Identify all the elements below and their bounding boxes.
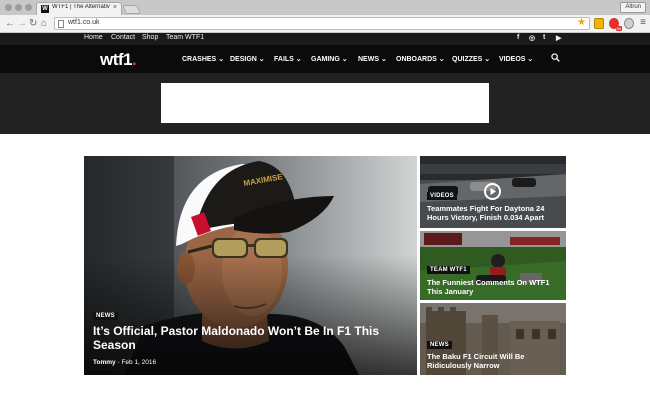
menu-label: FAILS — [274, 56, 294, 63]
featured-main-article[interactable]: MAXIMISE NEWS It’s Official, Pastor Mald… — [84, 156, 417, 375]
home-icon[interactable]: ⌂ — [41, 18, 47, 29]
menu-design[interactable]: DESIGN ⌄ — [230, 55, 265, 63]
chevron-down-icon: ⌄ — [341, 56, 348, 63]
play-icon[interactable] — [484, 183, 501, 200]
chevron-down-icon: ⌄ — [380, 56, 387, 63]
search-icon[interactable] — [551, 53, 560, 62]
extension-adblock-icon[interactable]: 89 — [609, 18, 622, 31]
extension-settings-icon[interactable] — [624, 18, 634, 29]
site-logo[interactable]: wtf1. — [100, 50, 137, 70]
featured-side-article-1[interactable]: VIDEOS Teammates Fight For Daytona 24 Ho… — [420, 156, 566, 228]
logo-text: wtf1 — [100, 50, 133, 69]
site-topbar: Home Contact Shop Team WTF1 f ◎ t ▶ — [0, 33, 650, 45]
topnav-team-wtf1[interactable]: Team WTF1 — [166, 34, 204, 41]
featured-main-title[interactable]: It’s Official, Pastor Maldonado Won’t Be… — [93, 324, 383, 352]
star-icon[interactable]: ★ — [577, 17, 586, 28]
twitter-icon[interactable]: t — [543, 34, 545, 41]
close-tab-icon[interactable]: × — [113, 4, 117, 11]
chevron-down-icon: ⌄ — [258, 56, 265, 63]
topnav-home[interactable]: Home — [84, 34, 103, 41]
extension-notes-icon[interactable] — [594, 18, 604, 29]
profile-button[interactable]: Altrun — [620, 2, 646, 13]
meta-separator: - — [117, 359, 120, 366]
window-close-button[interactable] — [5, 4, 12, 11]
featured-side-article-3[interactable]: NEWS The Baku F1 Circuit Will Be Ridicul… — [420, 303, 566, 375]
category-badge[interactable]: NEWS — [93, 312, 118, 320]
chevron-down-icon: ⌄ — [527, 56, 534, 63]
forward-icon[interactable]: → — [17, 18, 27, 29]
facebook-icon[interactable]: f — [517, 34, 519, 41]
window-minimize-button[interactable] — [15, 4, 22, 11]
menu-quizzes[interactable]: QUIZZES ⌄ — [452, 55, 490, 63]
window-zoom-button[interactable] — [25, 4, 32, 11]
ad-band — [0, 73, 650, 134]
menu-videos[interactable]: VIDEOS ⌄ — [499, 55, 533, 63]
favicon-icon: W — [41, 5, 49, 13]
menu-label: NEWS — [358, 56, 379, 63]
ad-slot[interactable] — [161, 83, 489, 123]
featured-side-article-2[interactable]: TEAM WTF1 The Funniest Comments On WTF1 … — [420, 231, 566, 300]
article-1-title[interactable]: Teammates Fight For Daytona 24 Hours Vic… — [427, 204, 563, 222]
address-bar[interactable]: wtf1.co.uk ★ — [54, 17, 590, 30]
menu-label: CRASHES — [182, 56, 217, 63]
menu-gaming[interactable]: GAMING ⌄ — [311, 55, 348, 63]
menu-label: QUIZZES — [452, 56, 483, 63]
category-badge[interactable]: VIDEOS — [427, 192, 457, 200]
page-icon — [58, 20, 64, 28]
chevron-down-icon: ⌄ — [484, 56, 491, 63]
site-header: wtf1. CRASHES ⌄ DESIGN ⌄ FAILS ⌄ GAMING … — [0, 45, 650, 73]
browser-tab[interactable]: W WTF1 | The Alternative F1 ... × — [36, 2, 122, 15]
back-icon[interactable]: ← — [5, 18, 15, 29]
browser-tabstrip: W WTF1 | The Alternative F1 ... × Altrun — [0, 0, 650, 15]
publish-date: Feb 1, 2016 — [121, 359, 157, 366]
author-name[interactable]: Tommy — [93, 359, 116, 366]
category-badge[interactable]: NEWS — [427, 341, 452, 349]
menu-crashes[interactable]: CRASHES ⌄ — [182, 55, 224, 63]
youtube-icon[interactable]: ▶ — [556, 34, 561, 42]
menu-news[interactable]: NEWS ⌄ — [358, 55, 387, 63]
address-url[interactable]: wtf1.co.uk — [68, 19, 100, 26]
article-3-title[interactable]: The Baku F1 Circuit Will Be Ridiculously… — [427, 352, 563, 370]
topnav-shop[interactable]: Shop — [142, 34, 158, 41]
menu-label: DESIGN — [230, 56, 257, 63]
chevron-down-icon: ⌄ — [218, 56, 225, 63]
menu-onboards[interactable]: ONBOARDS ⌄ — [396, 55, 445, 63]
article-2-title[interactable]: The Funniest Comments On WTF1 This Janua… — [427, 278, 563, 296]
tab-title: WTF1 | The Alternative F1 ... — [52, 4, 110, 10]
chevron-down-icon: ⌄ — [438, 56, 445, 63]
browser-toolbar: ← → ↻ ⌂ wtf1.co.uk ★ 89 ≡ — [0, 15, 650, 33]
extension-badge: 89 — [615, 26, 622, 31]
menu-fails[interactable]: FAILS ⌄ — [274, 55, 302, 63]
menu-label: VIDEOS — [499, 56, 526, 63]
article-meta: Tommy - Feb 1, 2016 — [93, 359, 156, 366]
menu-label: ONBOARDS — [396, 56, 437, 63]
reload-icon[interactable]: ↻ — [29, 18, 37, 29]
category-badge[interactable]: TEAM WTF1 — [427, 266, 470, 274]
logo-dot: . — [132, 50, 137, 69]
instagram-icon[interactable]: ◎ — [529, 34, 535, 42]
new-tab-button[interactable] — [122, 5, 141, 14]
menu-icon[interactable]: ≡ — [640, 17, 646, 28]
play-triangle-icon — [490, 188, 496, 195]
menu-label: GAMING — [311, 56, 340, 63]
topnav-contact[interactable]: Contact — [111, 34, 135, 41]
chevron-down-icon: ⌄ — [295, 56, 302, 63]
